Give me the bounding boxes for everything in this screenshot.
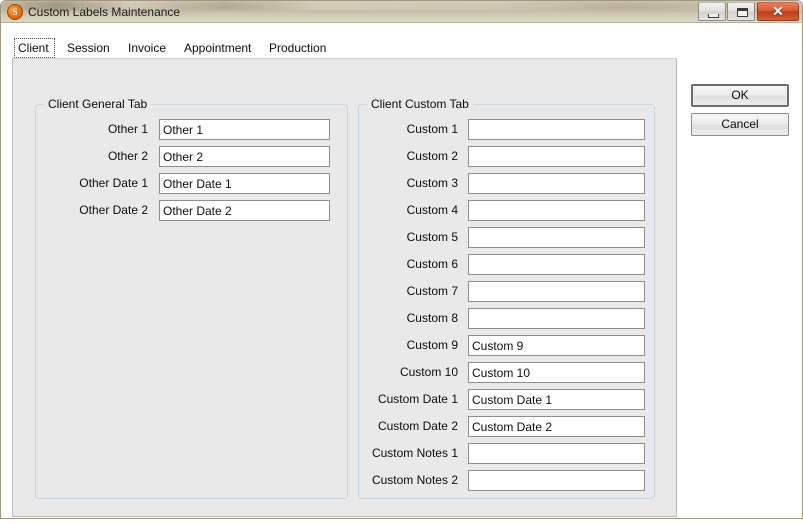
form-row: Custom 3 <box>354 173 645 194</box>
form-row: Custom 1 <box>354 119 645 140</box>
form-row: Custom 8 <box>354 308 645 329</box>
field-label-custom-3: Custom 3 <box>406 176 458 190</box>
form-row: Custom Notes 2 <box>354 470 645 491</box>
tab-strip: Client Session Invoice Appointment Productio… <box>14 38 674 58</box>
group-client-general-tab: Client General Tab Other 1 Other 2 Other D… <box>35 97 348 499</box>
form-row: Custom Notes 1 <box>354 443 645 464</box>
form-row: Other Date 1 <box>11 173 330 194</box>
tab-client[interactable]: Client <box>14 38 55 58</box>
field-label-custom-9: Custom 9 <box>406 338 458 352</box>
tab-session[interactable]: Session <box>63 38 116 58</box>
field-input-other-date-2[interactable] <box>159 200 330 221</box>
form-row: Custom 5 <box>354 227 645 248</box>
close-button[interactable]: ✕ <box>757 2 799 21</box>
field-input-custom-date-1[interactable] <box>468 389 645 410</box>
field-label-custom-1: Custom 1 <box>406 122 458 136</box>
form-row: Custom 9 <box>354 335 645 356</box>
dialog-client-area: Client Session Invoice Appointment Productio… <box>1 23 802 518</box>
group-client-custom-tab: Client Custom Tab Custom 1 Custom 2 Custom… <box>358 97 655 499</box>
minimize-button[interactable] <box>698 2 726 21</box>
field-input-custom-6[interactable] <box>468 254 645 275</box>
field-input-custom-9[interactable] <box>468 335 645 356</box>
form-row: Custom 2 <box>354 146 645 167</box>
form-row: Custom 4 <box>354 200 645 221</box>
field-input-other-date-1[interactable] <box>159 173 330 194</box>
field-input-custom-notes-1[interactable] <box>468 443 645 464</box>
cancel-button[interactable]: Cancel <box>691 113 789 136</box>
field-label-custom-7: Custom 7 <box>406 284 458 298</box>
dialog-window: S Custom Labels Maintenance ✕ Client Sess… <box>0 0 803 519</box>
ok-button[interactable]: OK <box>691 84 789 107</box>
field-input-other-2[interactable] <box>159 146 330 167</box>
field-label-custom-4: Custom 4 <box>406 203 458 217</box>
close-icon: ✕ <box>772 3 784 19</box>
tab-label: Session <box>67 41 110 55</box>
tab-label: Invoice <box>128 41 167 55</box>
form-row: Custom 6 <box>354 254 645 275</box>
form-row: Custom 10 <box>354 362 645 383</box>
field-label-other-1: Other 1 <box>107 122 148 136</box>
form-row: Other Date 2 <box>11 200 330 221</box>
field-input-other-1[interactable] <box>159 119 330 140</box>
form-row: Custom 7 <box>354 281 645 302</box>
form-row: Other 2 <box>11 146 330 167</box>
form-row: Custom Date 2 <box>354 416 645 437</box>
tab-invoice[interactable]: Invoice <box>124 38 172 58</box>
field-label-custom-5: Custom 5 <box>406 230 458 244</box>
field-label-custom-2: Custom 2 <box>406 149 458 163</box>
form-row: Other 1 <box>11 119 330 140</box>
maximize-button[interactable] <box>727 2 755 21</box>
tab-label: Production <box>269 41 327 55</box>
field-input-custom-8[interactable] <box>468 308 645 329</box>
field-label-custom-date-2: Custom Date 2 <box>377 419 458 433</box>
field-input-custom-4[interactable] <box>468 200 645 221</box>
tab-production[interactable]: Production <box>265 38 332 58</box>
field-input-custom-date-2[interactable] <box>468 416 645 437</box>
field-input-custom-1[interactable] <box>468 119 645 140</box>
tab-appointment[interactable]: Appointment <box>180 38 257 58</box>
field-input-custom-7[interactable] <box>468 281 645 302</box>
group-client-general-tab-title: Client General Tab <box>44 97 152 111</box>
tab-label: Client <box>18 41 49 55</box>
field-label-other-date-1: Other Date 1 <box>79 176 148 190</box>
field-label-other-2: Other 2 <box>107 149 148 163</box>
tab-page-client: Client General Tab Other 1 Other 2 Other D… <box>12 58 677 517</box>
field-label-custom-notes-2: Custom Notes 2 <box>371 473 458 487</box>
tab-label: Appointment <box>184 41 252 55</box>
field-label-custom-8: Custom 8 <box>406 311 458 325</box>
app-logo-icon: S <box>7 4 23 20</box>
field-label-other-date-2: Other Date 2 <box>79 203 148 217</box>
field-input-custom-10[interactable] <box>468 362 645 383</box>
field-label-custom-date-1: Custom Date 1 <box>377 392 458 406</box>
field-label-custom-6: Custom 6 <box>406 257 458 271</box>
minimize-icon <box>708 14 719 18</box>
field-input-custom-5[interactable] <box>468 227 645 248</box>
window-title: Custom Labels Maintenance <box>28 5 181 19</box>
maximize-icon <box>737 8 748 17</box>
form-row: Custom Date 1 <box>354 389 645 410</box>
field-input-custom-notes-2[interactable] <box>468 470 645 491</box>
field-label-custom-10: Custom 10 <box>399 365 458 379</box>
field-label-custom-notes-1: Custom Notes 1 <box>371 446 458 460</box>
field-input-custom-2[interactable] <box>468 146 645 167</box>
group-client-custom-tab-title: Client Custom Tab <box>367 97 473 111</box>
title-bar[interactable]: S Custom Labels Maintenance ✕ <box>1 1 802 23</box>
field-input-custom-3[interactable] <box>468 173 645 194</box>
